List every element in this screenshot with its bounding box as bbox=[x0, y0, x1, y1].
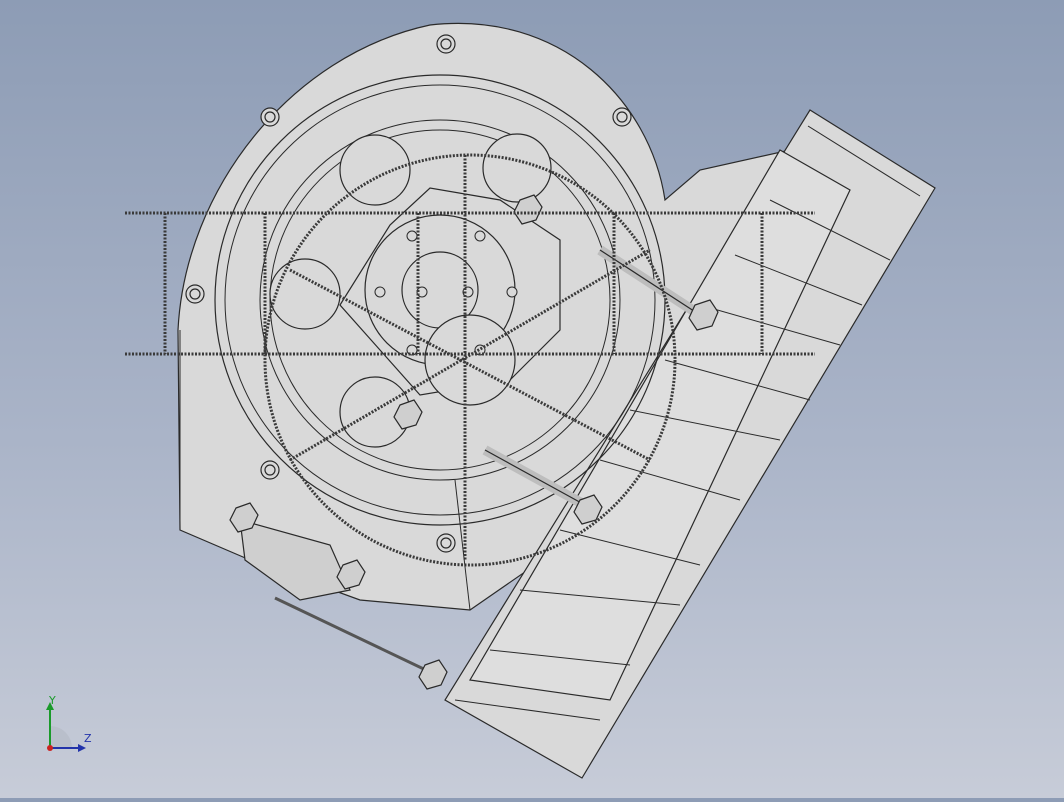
y-axis-label: Y bbox=[49, 694, 56, 707]
cad-viewport[interactable] bbox=[0, 0, 1064, 798]
port-circle-upper-right bbox=[482, 133, 552, 203]
triad-arc bbox=[50, 726, 72, 748]
z-axis-arrow bbox=[78, 744, 86, 752]
port-circle-left bbox=[269, 258, 341, 330]
cad-model-drawing bbox=[125, 22, 936, 779]
hub-core bbox=[424, 314, 516, 406]
axis-triad: Y Z bbox=[40, 694, 100, 756]
axis-origin bbox=[47, 745, 53, 751]
z-axis-label: Z bbox=[84, 732, 92, 745]
